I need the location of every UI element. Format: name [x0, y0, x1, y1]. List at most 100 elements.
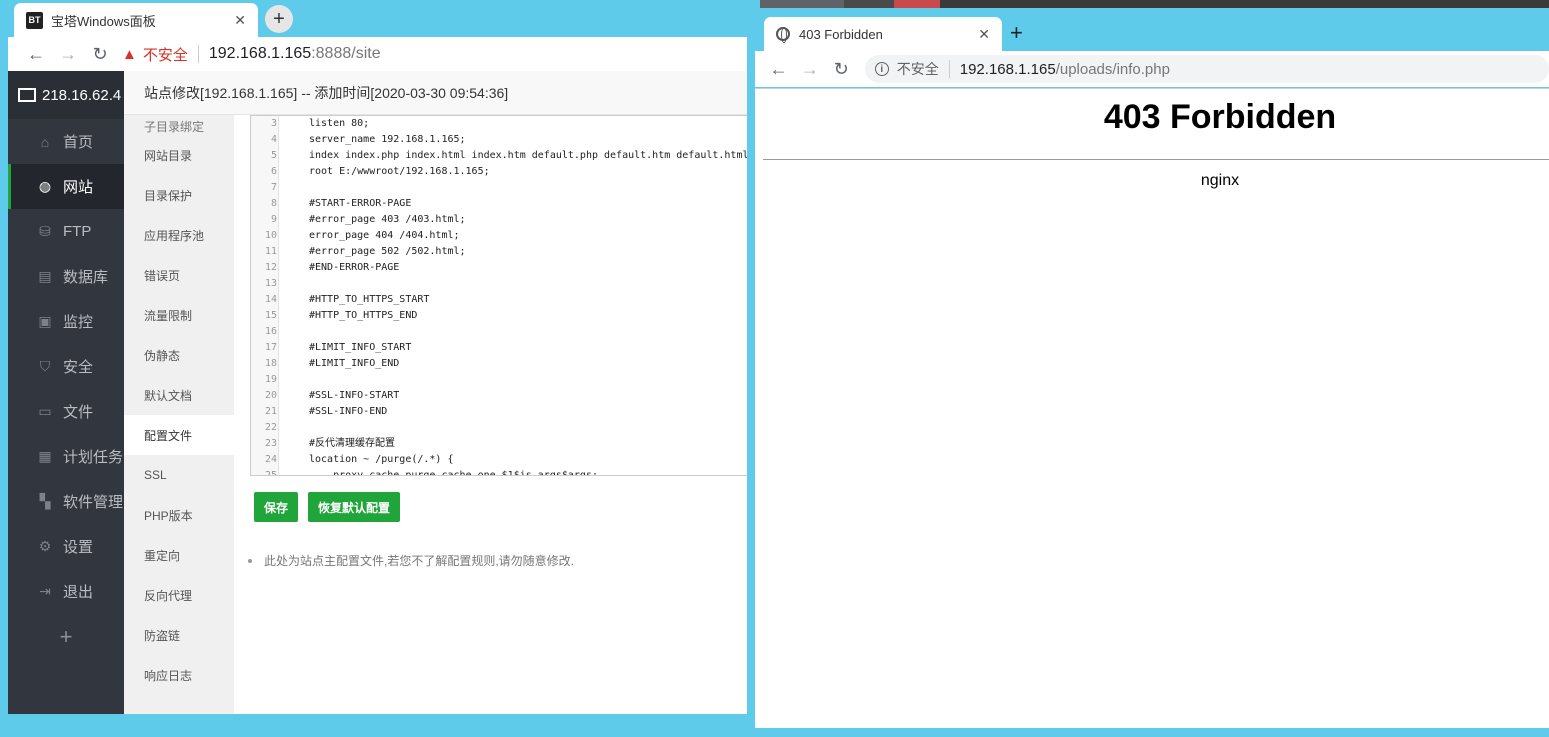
line-number: 4	[270, 134, 277, 145]
monitor-icon: ▣	[38, 313, 52, 329]
close-icon[interactable]: ✕	[234, 12, 246, 29]
line-number: 10	[264, 230, 277, 241]
tab-bt-panel[interactable]: BT 宝塔Windows面板 ✕	[14, 3, 258, 37]
sidebar-item-label: 文件	[63, 404, 94, 421]
add-icon[interactable]: +	[8, 616, 124, 658]
line-number: 5	[270, 150, 277, 161]
config-code-editor[interactable]: 3 listen 80; 4 server_name 192.168.1.165; 5 i…	[250, 115, 760, 476]
reload-icon[interactable]: ↻	[84, 44, 116, 65]
sidebar-item[interactable]: ⌂ 首页	[8, 119, 124, 164]
settings-menu-item[interactable]: 默认文档	[124, 375, 234, 415]
code-line: 3 listen 80;	[251, 116, 369, 132]
back-arrow-icon[interactable]: ←	[20, 44, 52, 65]
new-tab-button[interactable]: +	[1010, 20, 1023, 46]
line-number: 3	[270, 118, 277, 129]
server-name: nginx	[1200, 172, 1240, 189]
new-tab-button[interactable]: +	[265, 5, 293, 33]
restore-default-button[interactable]: 恢复默认配置	[308, 492, 401, 522]
code-line: 17 #LIMIT_INFO_START	[251, 340, 411, 356]
sidebar-item[interactable]: ▤ 数据库	[8, 254, 124, 299]
settings-menu-item[interactable]: SSL	[124, 455, 234, 495]
code-text: #LIMIT_INFO_START	[309, 342, 412, 353]
settings-menu-item[interactable]: 伪静态	[124, 335, 234, 375]
sidebar-item-label: 监控	[63, 314, 94, 331]
globe-icon	[776, 27, 790, 43]
address-bar[interactable]: ▲ 不安全 192.168.1.165:8888/site	[122, 40, 381, 68]
sidebar-item[interactable]: ⛁ FTP	[8, 209, 124, 254]
settings-menu-item[interactable]: 网站目录	[124, 135, 234, 175]
code-text: #LIMIT_INFO_END	[309, 358, 400, 369]
tab-title: 宝塔Windows面板	[51, 13, 156, 29]
sidebar-item[interactable]: ▚ 软件管理	[8, 479, 124, 524]
sidebar-item[interactable]: ◍ 网站	[8, 164, 124, 209]
insecure-label: 不安全	[142, 46, 188, 64]
browser-window-bt-panel: BT 宝塔Windows面板 ✕ + ← → ↻ ▲ 不安全 192.168.1…	[0, 0, 760, 737]
code-line: 13	[251, 276, 309, 292]
settings-menu-item[interactable]: PHP版本	[124, 495, 234, 535]
line-number: 23	[264, 438, 277, 449]
divider	[948, 60, 950, 78]
code-line: 18 #LIMIT_INFO_END	[251, 356, 399, 372]
url-text: 192.168.1.165:8888/site	[208, 45, 381, 62]
code-text: location ~ /purge(/.*) {	[309, 454, 454, 465]
code-line: 20 #SSL-INFO-START	[251, 388, 399, 404]
sidebar-item[interactable]: ▣ 监控	[8, 299, 124, 344]
sidebar-item-label: 计划任务	[63, 449, 124, 466]
reload-icon[interactable]: ↻	[826, 59, 857, 80]
address-bar[interactable]: i 不安全 192.168.1.165/uploads/info.php	[864, 55, 1549, 83]
code-line: 9 #error_page 403 /403.html;	[251, 212, 466, 228]
code-line: 19	[251, 372, 309, 388]
settings-menu-item[interactable]: 配置文件	[124, 415, 234, 455]
code-line: 21 #SSL-INFO-END	[251, 404, 387, 420]
settings-menu-item[interactable]: 防盗链	[124, 615, 234, 655]
code-line: 16	[251, 324, 309, 340]
browser-window-403: 403 Forbidden ✕ + ← → ↻ i 不安全 192.168.1.…	[747, 8, 1549, 737]
sidebar-item-label: 网站	[63, 179, 94, 196]
code-text: #HTTP_TO_HTTPS_END	[309, 310, 418, 321]
sidebar-item[interactable]: ⚙ 设置	[8, 524, 124, 569]
back-arrow-icon[interactable]: ←	[763, 59, 794, 80]
apps-icon: ▚	[39, 493, 51, 509]
sidebar-item[interactable]: ▭ 文件	[8, 389, 124, 434]
sidebar-item[interactable]: ⛉ 安全	[8, 344, 124, 389]
forward-arrow-icon[interactable]: →	[52, 44, 84, 65]
code-text: listen 80;	[309, 118, 370, 129]
menu-item-subdir[interactable]: 子目录绑定	[124, 115, 234, 135]
sidebar-item-label: 首页	[63, 134, 94, 151]
settings-menu-item[interactable]: 流量限制	[124, 295, 234, 335]
sidebar-item[interactable]: ▦ 计划任务	[8, 434, 124, 479]
settings-menu-item[interactable]: 响应日志	[124, 655, 234, 695]
settings-menu-item[interactable]: 目录保护	[124, 175, 234, 215]
line-number: 12	[264, 262, 277, 273]
tab-strip: BT 宝塔Windows面板 ✕ +	[0, 0, 760, 37]
forward-arrow-icon[interactable]: →	[794, 59, 825, 80]
settings-menu-item[interactable]: 反向代理	[124, 575, 234, 615]
insecure-label: 不安全	[896, 61, 939, 77]
sidebar-item-label: 数据库	[63, 269, 109, 286]
code-line: 14 #HTTP_TO_HTTPS_START	[251, 292, 429, 308]
line-number: 24	[264, 454, 277, 465]
settings-menu-item[interactable]: 错误页	[124, 255, 234, 295]
save-button[interactable]: 保存	[254, 492, 299, 522]
calendar-icon: ▦	[38, 448, 52, 464]
sidebar-header: 218.16.62.4	[8, 71, 124, 119]
close-icon[interactable]: ✕	[978, 26, 990, 43]
code-text: #START-ERROR-PAGE	[309, 198, 412, 209]
config-note: 此处为站点主配置文件,若您不了解配置规则,请勿随意修改.	[248, 552, 574, 569]
code-line: 4 server_name 192.168.1.165;	[251, 132, 466, 148]
line-number: 15	[264, 310, 277, 321]
settings-menu-item[interactable]: 应用程序池	[124, 215, 234, 255]
info-icon[interactable]: i	[874, 62, 889, 76]
settings-menu-item[interactable]: 重定向	[124, 535, 234, 575]
divider	[197, 45, 199, 63]
line-number: 25	[264, 470, 277, 476]
tab-403[interactable]: 403 Forbidden ✕	[764, 17, 1002, 51]
code-text: #反代清理缓存配置	[309, 438, 396, 449]
shield-icon: ⛉	[39, 358, 51, 374]
code-line: 8 #START-ERROR-PAGE	[251, 196, 411, 212]
code-line: 10 error_page 404 /404.html;	[251, 228, 460, 244]
warning-icon: ▲	[122, 45, 137, 63]
tab-title: 403 Forbidden	[799, 26, 883, 42]
code-line: 12 #END-ERROR-PAGE	[251, 260, 399, 276]
sidebar-item[interactable]: ⇥ 退出	[8, 569, 124, 614]
